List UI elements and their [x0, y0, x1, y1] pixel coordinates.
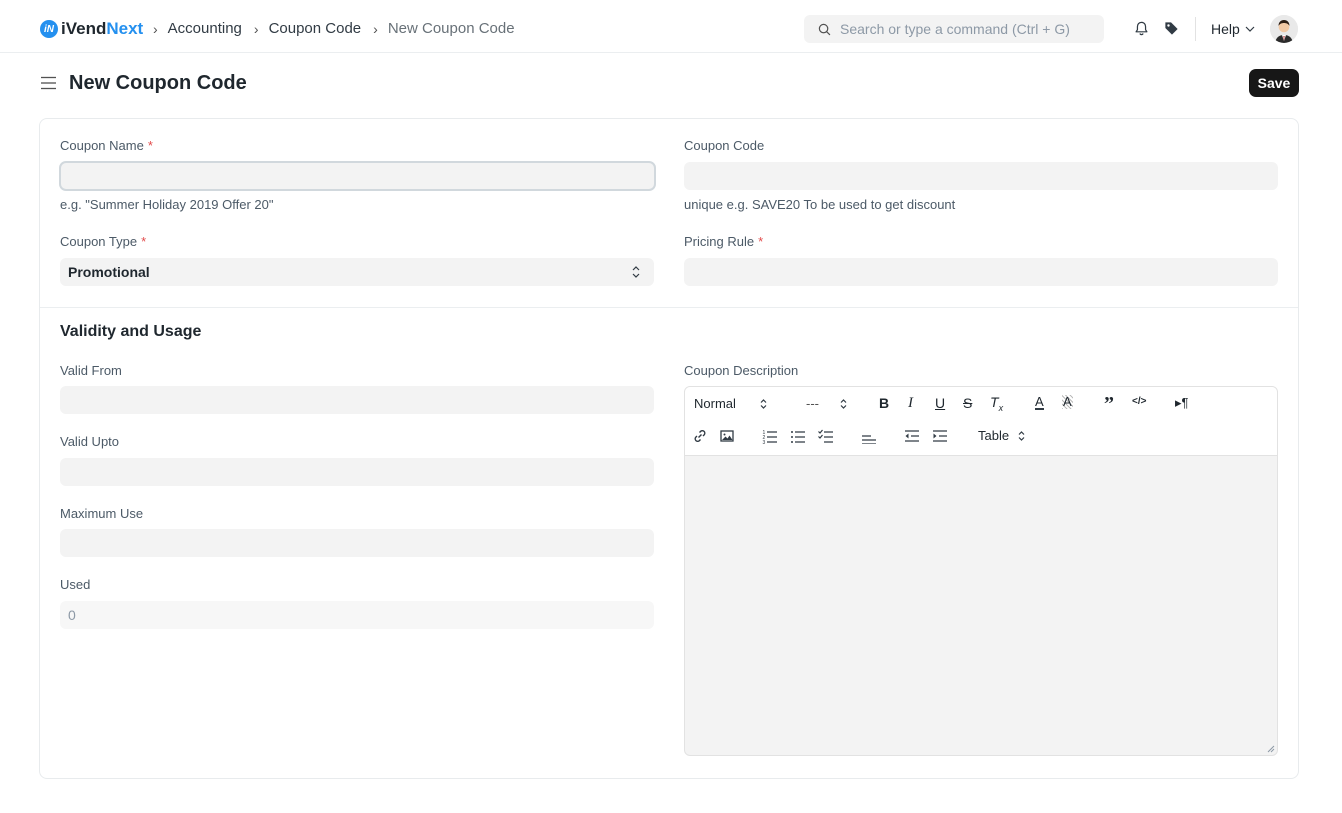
select-arrows-icon	[632, 266, 640, 278]
coupon-name-help: e.g. "Summer Holiday 2019 Offer 20"	[60, 197, 274, 212]
breadcrumb-new-coupon-code: New Coupon Code	[387, 20, 515, 37]
format-select[interactable]: Normal	[694, 396, 767, 411]
app-logo[interactable]: iN iVendNext	[40, 19, 143, 39]
pricing-rule-label: Pricing Rule *	[684, 234, 764, 249]
navbar-divider	[1195, 17, 1196, 41]
navbar: iN iVendNext › Accounting › Coupon Code …	[0, 0, 1342, 53]
section-divider	[40, 307, 1298, 308]
breadcrumb: › Accounting › Coupon Code › New Coupon …	[153, 20, 527, 37]
ordered-list-icon[interactable]: 123	[762, 428, 778, 444]
maximum-use-field[interactable]	[60, 529, 654, 557]
underline-icon[interactable]: U	[935, 395, 945, 411]
image-icon[interactable]	[719, 428, 735, 444]
logo-text: iVendNext	[61, 19, 144, 38]
editor-content-area[interactable]	[685, 456, 1277, 755]
text-color-icon[interactable]: A	[1035, 395, 1044, 410]
text-direction-icon[interactable]: ▸¶	[1175, 395, 1189, 411]
bell-icon[interactable]	[1133, 20, 1150, 37]
chevron-right-icon: ›	[373, 20, 378, 37]
help-dropdown[interactable]: Help	[1211, 21, 1255, 37]
used-field: 0	[60, 601, 654, 629]
valid-from-label: Valid From	[60, 363, 122, 378]
used-value: 0	[68, 607, 76, 623]
background-color-icon[interactable]: A	[1062, 395, 1073, 409]
coupon-description-label: Coupon Description	[684, 363, 799, 378]
strikethrough-icon[interactable]: S	[963, 395, 972, 411]
page-header: New Coupon Code Save	[0, 53, 1342, 113]
valid-upto-field[interactable]	[60, 458, 654, 486]
chevron-right-icon: ›	[253, 20, 259, 37]
svg-text:3: 3	[763, 440, 766, 444]
page-title: New Coupon Code	[69, 72, 247, 94]
size-select[interactable]: ---	[806, 396, 847, 411]
coupon-type-value: Promotional	[68, 264, 150, 280]
align-icon[interactable]	[861, 428, 877, 444]
link-icon[interactable]	[692, 428, 708, 444]
coupon-type-select[interactable]: Promotional	[60, 258, 654, 286]
checklist-icon[interactable]	[818, 428, 834, 444]
select-arrows-icon	[840, 398, 847, 409]
help-label: Help	[1211, 21, 1240, 37]
breadcrumb-accounting[interactable]: Accounting	[168, 20, 242, 37]
coupon-code-label: Coupon Code	[684, 138, 765, 153]
code-block-icon[interactable]: </>	[1132, 396, 1146, 407]
select-arrows-icon	[1018, 430, 1025, 441]
form-card: Coupon Name * e.g. "Summer Holiday 2019 O…	[39, 118, 1299, 779]
select-arrows-icon	[760, 398, 767, 409]
resize-handle-icon[interactable]	[1267, 745, 1275, 753]
blockquote-icon[interactable]: ”	[1104, 393, 1114, 416]
coupon-code-field[interactable]	[684, 162, 1278, 190]
chevron-down-icon	[1245, 26, 1255, 32]
logo-icon: iN	[40, 20, 58, 38]
breadcrumb-coupon-code[interactable]: Coupon Code	[269, 20, 362, 37]
table-select[interactable]: Table	[978, 428, 1025, 443]
tag-icon[interactable]	[1163, 20, 1180, 37]
user-avatar-icon	[1270, 15, 1298, 43]
clear-format-icon[interactable]: Tx	[990, 394, 1003, 413]
coupon-type-label: Coupon Type *	[60, 234, 147, 249]
indent-decrease-icon[interactable]	[904, 428, 920, 444]
avatar[interactable]	[1270, 15, 1298, 43]
search-icon	[818, 23, 831, 35]
search-input[interactable]: Search or type a command (Ctrl + G)	[840, 21, 1070, 37]
maximum-use-label: Maximum Use	[60, 506, 144, 521]
pricing-rule-field[interactable]	[684, 258, 1278, 286]
section-title-validity: Validity and Usage	[60, 323, 202, 340]
used-label: Used	[60, 577, 91, 592]
italic-icon[interactable]: I	[908, 395, 913, 412]
chevron-right-icon: ›	[153, 20, 158, 37]
bullet-list-icon[interactable]	[790, 428, 806, 444]
search-bar[interactable]: Search or type a command (Ctrl + G)	[804, 15, 1104, 43]
indent-increase-icon[interactable]	[932, 428, 948, 444]
editor-toolbar: Normal --- B I U S Tx A A ” </> ▸¶ 123 T…	[685, 387, 1277, 456]
coupon-code-help: unique e.g. SAVE20 To be used to get dis…	[684, 197, 956, 212]
save-button[interactable]: Save	[1249, 69, 1299, 97]
coupon-name-field[interactable]	[59, 161, 656, 191]
valid-from-field[interactable]	[60, 386, 654, 414]
coupon-description-editor[interactable]: Normal --- B I U S Tx A A ” </> ▸¶ 123 T…	[684, 386, 1278, 756]
menu-icon[interactable]	[41, 76, 56, 90]
bold-icon[interactable]: B	[879, 395, 889, 411]
coupon-name-label: Coupon Name *	[60, 138, 153, 153]
valid-upto-label: Valid Upto	[60, 434, 120, 449]
